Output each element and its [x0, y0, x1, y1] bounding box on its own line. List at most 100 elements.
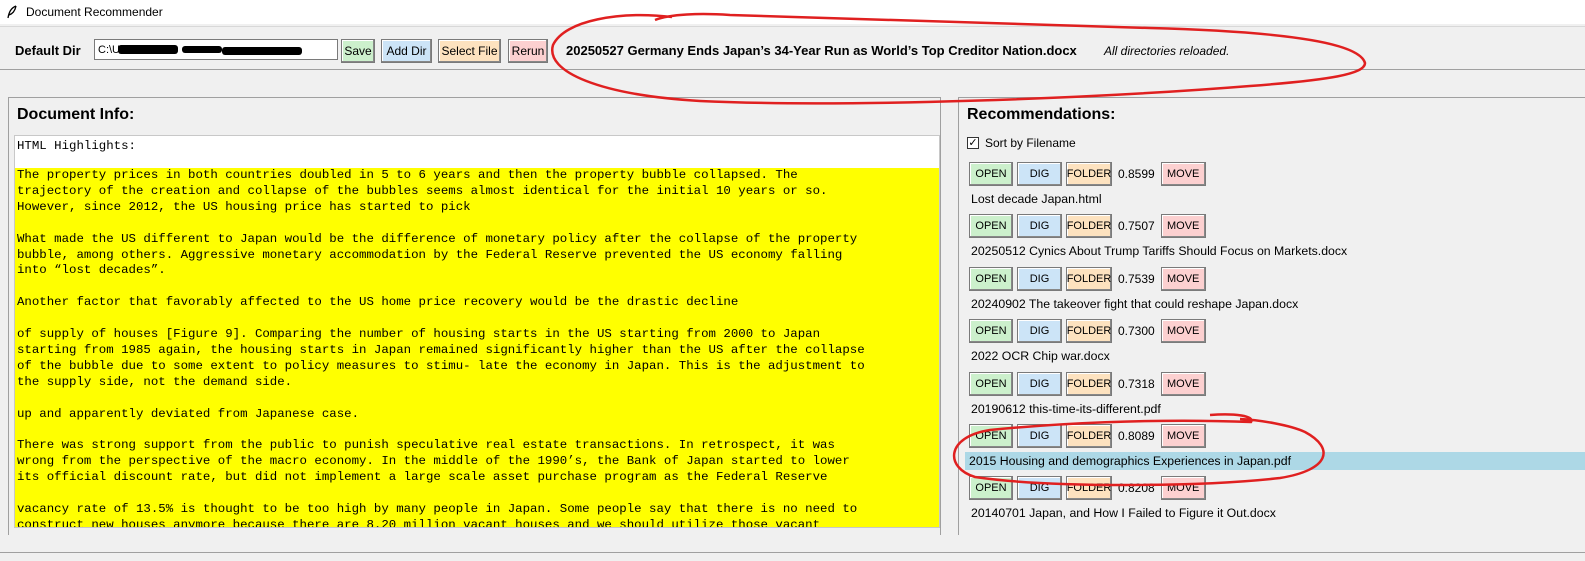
open-button[interactable]: OPEN [969, 266, 1013, 291]
text-line: starting from 1985 again, the housing st… [17, 342, 865, 357]
document-info-heading: Document Info: [17, 106, 135, 123]
redaction-mark [118, 45, 178, 54]
recommendation-filename[interactable]: Lost decade Japan.html [967, 190, 1102, 208]
toolbar: Default Dir Save Add Dir Select File Rer… [0, 26, 1585, 70]
similarity-score: 0.8208 [1118, 481, 1155, 496]
dig-button[interactable]: DIG [1017, 371, 1062, 396]
recommendation-item: OPEN DIG FOLDER 0.8089 MOVE 2015 Housing and … [959, 424, 1585, 474]
recommendations-panel: Recommendations: ✓ Sort by Filename OPEN… [958, 97, 1585, 535]
text-line: the supply side, not the demand side. [17, 374, 293, 389]
open-button[interactable]: OPEN [969, 162, 1013, 186]
text-line: bubble, among others. Aggressive monetar… [17, 247, 843, 262]
recommendation-item: OPEN DIG FOLDER 0.8599 MOVE Lost decade Japan… [959, 162, 1585, 212]
text-line: However, since 2012, the US housing pric… [17, 199, 471, 214]
text-line: trajectory of the creation and collapse … [17, 183, 828, 198]
dig-button[interactable]: DIG [1017, 476, 1062, 501]
recommendation-actions: OPEN DIG FOLDER 0.7507 MOVE [969, 214, 1210, 239]
recommendation-actions: OPEN DIG FOLDER 0.8089 MOVE [969, 424, 1210, 448]
recommendation-actions: OPEN DIG FOLDER 0.8599 MOVE [969, 162, 1210, 186]
open-button[interactable]: OPEN [969, 476, 1013, 501]
text-line: of supply of houses [Figure 9]. Comparin… [17, 327, 821, 342]
recommendation-item: OPEN DIG FOLDER 0.8208 MOVE 20140701 Japan, a… [959, 476, 1585, 526]
similarity-score: 0.7507 [1118, 219, 1155, 234]
document-text-area[interactable]: HTML Highlights: The property prices in … [14, 135, 940, 528]
move-button[interactable]: MOVE [1160, 266, 1206, 291]
highlighted-text: The property prices in both countries do… [15, 168, 939, 528]
recommendation-actions: OPEN DIG FOLDER 0.7318 MOVE [969, 371, 1210, 396]
dig-button[interactable]: DIG [1017, 162, 1062, 186]
text-line: The property prices in both countries do… [17, 168, 798, 182]
text-line: vacancy rate of 13.5% is thought to be t… [17, 501, 858, 516]
save-button[interactable]: Save [341, 39, 375, 63]
similarity-score: 0.7539 [1118, 271, 1155, 286]
recommendation-actions: OPEN DIG FOLDER 0.7300 MOVE [969, 319, 1210, 344]
recommendation-actions: OPEN DIG FOLDER 0.8208 MOVE [969, 476, 1210, 501]
recommendation-filename[interactable]: 2015 Housing and demographics Experience… [965, 452, 1585, 470]
folder-button[interactable]: FOLDER [1066, 424, 1112, 448]
move-button[interactable]: MOVE [1160, 319, 1206, 344]
dig-button[interactable]: DIG [1017, 214, 1062, 239]
title-bar: Document Recommender [0, 0, 1585, 24]
folder-button[interactable]: FOLDER [1066, 319, 1112, 344]
rerun-button[interactable]: Rerun [508, 39, 548, 63]
folder-button[interactable]: FOLDER [1066, 371, 1112, 396]
bottom-divider [0, 552, 1585, 553]
move-button[interactable]: MOVE [1160, 371, 1206, 396]
folder-button[interactable]: FOLDER [1066, 266, 1112, 291]
redaction-mark [222, 47, 302, 55]
recommendation-item: OPEN DIG FOLDER 0.7318 MOVE 20190612 this-tim… [959, 371, 1585, 422]
move-button[interactable]: MOVE [1160, 424, 1206, 448]
move-button[interactable]: MOVE [1160, 476, 1206, 501]
recommendation-item: OPEN DIG FOLDER 0.7539 MOVE 20240902 The take… [959, 266, 1585, 317]
move-button[interactable]: MOVE [1160, 162, 1206, 186]
open-button[interactable]: OPEN [969, 319, 1013, 344]
app-window: Document Recommender Default Dir Save Ad… [0, 0, 1585, 561]
text-line: construct new houses anymore because the… [17, 517, 821, 528]
folder-button[interactable]: FOLDER [1066, 162, 1112, 186]
text-line: of the bubble due to some extent to poli… [17, 358, 865, 373]
recommendations-heading: Recommendations: [967, 106, 1116, 123]
text-line: up and apparently deviated from Japanese… [17, 406, 360, 421]
add-dir-button[interactable]: Add Dir [381, 39, 432, 63]
recommendation-filename[interactable]: 20190612 this-time-its-different.pdf [967, 400, 1161, 418]
dig-button[interactable]: DIG [1017, 424, 1062, 448]
sort-by-filename-label: Sort by Filename [985, 136, 1076, 150]
text-line: Another factor that favorably affected t… [17, 295, 739, 310]
text-line: into “lost decades”. [17, 263, 166, 278]
default-dir-label: Default Dir [15, 43, 81, 58]
recommendation-filename[interactable]: 2022 OCR Chip war.docx [967, 347, 1110, 365]
dig-button[interactable]: DIG [1017, 319, 1062, 344]
text-line: There was strong support from the public… [17, 438, 835, 453]
recommendation-filename[interactable]: 20240902 The takeover fight that could r… [967, 295, 1298, 313]
sort-checkbox[interactable]: ✓ [967, 137, 979, 149]
open-button[interactable]: OPEN [969, 371, 1013, 396]
similarity-score: 0.8599 [1118, 167, 1155, 181]
folder-button[interactable]: FOLDER [1066, 214, 1112, 239]
similarity-score: 0.7300 [1118, 324, 1155, 339]
recommendation-filename[interactable]: 20140701 Japan, and How I Failed to Figu… [967, 504, 1276, 522]
open-button[interactable]: OPEN [969, 214, 1013, 239]
html-highlights-label: HTML Highlights: [17, 139, 136, 153]
recommendation-item: OPEN DIG FOLDER 0.7507 MOVE 20250512 Cynics A… [959, 214, 1585, 264]
window-title: Document Recommender [26, 5, 163, 19]
document-info-panel: Document Info: HTML Highlights: The prop… [8, 97, 941, 535]
open-button[interactable]: OPEN [969, 424, 1013, 448]
similarity-score: 0.8089 [1118, 429, 1155, 443]
redaction-mark [182, 46, 222, 53]
text-line: What made the US different to Japan woul… [17, 231, 858, 246]
select-file-button[interactable]: Select File [438, 39, 501, 63]
sort-by-filename-row[interactable]: ✓ Sort by Filename [967, 136, 1076, 150]
move-button[interactable]: MOVE [1160, 214, 1206, 239]
folder-button[interactable]: FOLDER [1066, 476, 1112, 501]
text-line: its official discount rate, but did not … [17, 470, 828, 485]
similarity-score: 0.7318 [1118, 376, 1155, 391]
recommendation-filename[interactable]: 20250512 Cynics About Trump Tariffs Shou… [967, 242, 1347, 260]
dig-button[interactable]: DIG [1017, 266, 1062, 291]
current-file-label: 20250527 Germany Ends Japan’s 34-Year Ru… [566, 43, 1077, 58]
feather-icon [4, 4, 20, 20]
